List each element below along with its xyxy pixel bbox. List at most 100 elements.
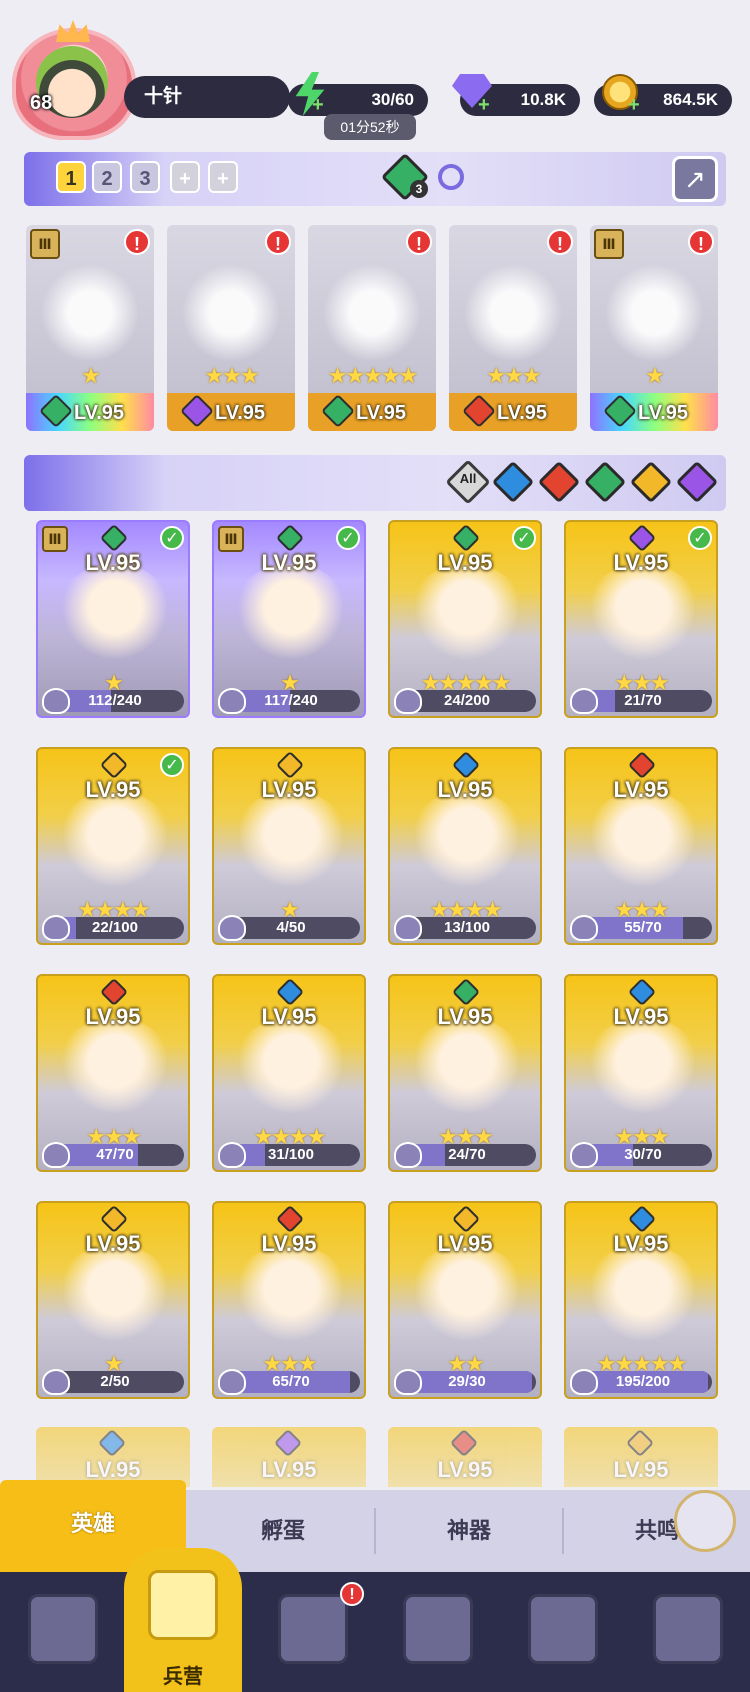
alert-icon: ! [688, 229, 714, 255]
element-icon [99, 1204, 129, 1234]
shard-icon [42, 688, 70, 714]
shard-icon [218, 688, 246, 714]
hero-card[interactable]: LV.95 ★★★ 47/70 [36, 974, 190, 1172]
nav-item-book[interactable]: ! [250, 1572, 375, 1692]
hero-level: LV.95 [261, 1457, 317, 1482]
element-icon [99, 977, 129, 1007]
team-tab-3[interactable]: 3 [130, 161, 160, 193]
rank-badge-icon: Ⅲ [594, 229, 624, 259]
shard-icon [570, 688, 598, 714]
team-slot[interactable]: LV.95 ★★★! [449, 225, 577, 431]
hero-portrait [56, 791, 174, 899]
add-energy-icon[interactable]: + [312, 94, 324, 117]
hero-portrait [56, 564, 174, 672]
element-icon [275, 1204, 305, 1234]
element-icon [99, 750, 129, 780]
shard-icon [42, 1369, 70, 1395]
compass-icon[interactable] [674, 1490, 736, 1552]
hero-portrait [232, 1245, 350, 1353]
castle-icon [403, 1594, 473, 1664]
hero-level: LV.95 [437, 1004, 493, 1029]
star-rating: ★★★ [486, 363, 541, 388]
team-slot[interactable]: LV.95 ★★★! [167, 225, 295, 431]
mushroom-icon [528, 1594, 598, 1664]
hero-card-partial[interactable]: LV.95 [388, 1427, 542, 1487]
nav-item-guild[interactable] [625, 1572, 750, 1692]
hero-card[interactable]: LV.95 ★ ✓ Ⅲ 117/240 [212, 520, 366, 718]
team-slot-level: LV.95 [497, 402, 548, 424]
team-slot[interactable]: LV.95 ★! Ⅲ [590, 225, 718, 431]
element-icon [273, 1428, 303, 1458]
cards-icon [28, 1594, 98, 1664]
star-rating: ★★★★★ [327, 363, 419, 388]
shard-icon [42, 915, 70, 941]
element-icon [451, 523, 481, 553]
nav-item-cards[interactable] [0, 1572, 125, 1692]
hero-portrait [232, 1018, 350, 1126]
player-name: 十针 [144, 86, 183, 107]
hero-card[interactable]: LV.95 ★ ✓ Ⅲ 112/240 [36, 520, 190, 718]
hero-card[interactable]: LV.95 ★★★★ 13/100 [388, 747, 542, 945]
shard-icon [570, 1142, 598, 1168]
hero-level: LV.95 [85, 777, 141, 802]
hero-level: LV.95 [85, 550, 141, 575]
hero-card[interactable]: LV.95 ★★★ 30/70 [564, 974, 718, 1172]
hero-card[interactable]: LV.95 ★★★ 24/70 [388, 974, 542, 1172]
hero-card[interactable]: LV.95 ★★★ ✓ 21/70 [564, 520, 718, 718]
hero-portrait [232, 564, 350, 672]
team-tab-1[interactable]: 1 [56, 161, 86, 193]
hero-card-partial[interactable]: LV.95 [36, 1427, 190, 1487]
player-name-pill[interactable]: 十针 [124, 76, 290, 118]
hero-card[interactable]: LV.95 ★★★ 55/70 [564, 747, 718, 945]
hero-card[interactable]: LV.95 ★ 4/50 [212, 747, 366, 945]
nav-label: 兵营 [163, 1666, 203, 1688]
hero-level: LV.95 [613, 777, 669, 802]
share-button[interactable]: ↗ [672, 156, 718, 202]
nav-item-mushroom[interactable] [500, 1572, 625, 1692]
team-slot[interactable]: LV.95 ★★★★★! [308, 225, 436, 431]
hero-portrait [232, 791, 350, 899]
hero-card[interactable]: LV.95 ★ 2/50 [36, 1201, 190, 1399]
star-rating: ★ [81, 363, 101, 388]
alert-icon: ! [406, 229, 432, 255]
element-bonus-count: 3 [410, 180, 428, 198]
hero-card[interactable]: LV.95 ★★★★★ 195/200 [564, 1201, 718, 1399]
add-team-tab-2[interactable]: + [208, 161, 238, 193]
team-slot-level: LV.95 [215, 402, 266, 424]
hero-card-partial[interactable]: LV.95 [212, 1427, 366, 1487]
hero-level: LV.95 [261, 1231, 317, 1256]
add-coins-icon[interactable]: + [628, 94, 640, 117]
alert-icon: ! [340, 1582, 364, 1606]
team-slot[interactable]: LV.95 ★! Ⅲ [26, 225, 154, 431]
subtab-artifact[interactable]: 神器 [376, 1490, 562, 1572]
element-icon [451, 750, 481, 780]
nav-item-barracks[interactable]: 兵营 [124, 1548, 242, 1692]
energy-value: 30/60 [371, 90, 414, 109]
alert-icon: ! [547, 229, 573, 255]
team-tab-2[interactable]: 2 [92, 161, 122, 193]
hero-card[interactable]: LV.95 ★★★ 65/70 [212, 1201, 366, 1399]
add-team-tab[interactable]: + [170, 161, 200, 193]
rank-badge-icon: Ⅲ [42, 526, 68, 552]
in-team-check-icon: ✓ [688, 526, 712, 550]
hero-portrait [408, 1245, 526, 1353]
hero-level: LV.95 [85, 1231, 141, 1256]
rank-badge-icon: Ⅲ [218, 526, 244, 552]
in-team-check-icon: ✓ [336, 526, 360, 550]
nav-item-castle[interactable] [375, 1572, 500, 1692]
hero-level: LV.95 [85, 1004, 141, 1029]
hero-level: LV.95 [437, 1231, 493, 1256]
search-icon[interactable] [438, 164, 464, 190]
element-icon [275, 977, 305, 1007]
element-icon [627, 1204, 657, 1234]
add-gems-icon[interactable]: + [478, 94, 490, 117]
shard-icon [570, 915, 598, 941]
hero-level: LV.95 [261, 777, 317, 802]
hero-card[interactable]: LV.95 ★★★★ ✓ 22/100 [36, 747, 190, 945]
hero-card[interactable]: LV.95 ★★★★ 31/100 [212, 974, 366, 1172]
hero-card-partial[interactable]: LV.95 [564, 1427, 718, 1487]
shard-icon [570, 1369, 598, 1395]
hero-card[interactable]: LV.95 ★★ 29/30 [388, 1201, 542, 1399]
hero-card[interactable]: LV.95 ★★★★★ ✓ 24/200 [388, 520, 542, 718]
shard-icon [394, 915, 422, 941]
